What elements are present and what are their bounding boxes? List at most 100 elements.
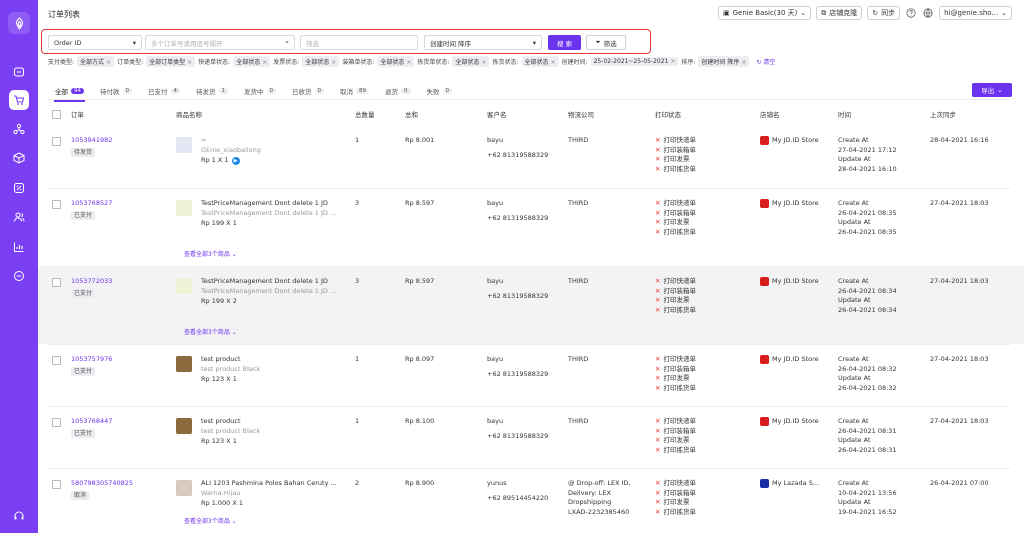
product-variant: test product Black [201,364,261,373]
filter-label: 订单类型: [117,59,144,66]
print-status-item[interactable]: ✕ 打印拣货单 [655,306,696,316]
filter-chip[interactable]: 25-02-2021~25-05-2021 × [590,57,679,66]
view-all-items-link[interactable]: 查看全部3个商品 ⌄ [184,249,237,258]
select-all-checkbox[interactable] [52,110,61,119]
cross-icon: ✕ [655,364,661,373]
sidebar-box-icon[interactable] [9,148,29,168]
filter-chip[interactable]: 全部方式 × [77,56,115,67]
print-status-item[interactable]: ✕ 打印发票 [655,296,696,306]
print-status-item[interactable]: ✕ 打印装箱单 [655,146,696,156]
row-checkbox[interactable] [52,200,61,209]
time-line: 26-04-2021 08:34 [838,286,897,295]
export-button[interactable]: 导出 ⌄ [972,83,1012,97]
search-button[interactable]: 搜 索 [548,35,581,50]
print-status-item[interactable]: ✕ 打印快递单 [655,199,696,209]
view-all-items-link[interactable]: 查看全部3个商品 ⌄ [184,516,237,525]
logistics-line: THIRD [568,417,589,425]
shop-cell: My JD.ID Store [760,136,819,146]
view-all-items-link[interactable]: 查看全部3个商品 ⌄ [184,327,237,336]
help-icon[interactable] [905,7,917,19]
row-checkbox[interactable] [52,480,61,489]
print-status-item[interactable]: ✕ 打印发票 [655,436,696,446]
print-status-item[interactable]: ✕ 打印拣货单 [655,384,696,394]
product-name[interactable]: TestPriceManagement Dont delete 1 JD [201,277,351,287]
play-icon[interactable]: ▶ [231,157,240,165]
print-status-item[interactable]: ✕ 打印快递单 [655,417,696,427]
close-icon[interactable]: × [406,59,411,66]
sidebar-orders-icon[interactable] [9,90,29,110]
close-icon[interactable]: × [187,59,192,66]
print-status-item[interactable]: ✕ 打印发票 [655,498,696,508]
app-logo[interactable] [8,12,30,34]
print-status-item[interactable]: ✕ 打印发票 [655,155,696,165]
print-status-item[interactable]: ✕ 打印装箱单 [655,489,696,499]
print-status-item[interactable]: ✕ 打印快递单 [655,355,696,365]
product-name[interactable]: TestPriceManagement Dont delete 1 JD [201,199,351,209]
row-checkbox[interactable] [52,137,61,146]
filter-chip[interactable]: 全部状态 × [233,56,271,67]
sidebar-dashboard-icon[interactable] [9,62,29,82]
sidebar-users-icon[interactable] [9,207,29,227]
close-icon[interactable]: × [741,59,746,66]
product-name[interactable]: ~ [201,136,351,146]
clear-filters-link[interactable]: ↻ 清空 [756,57,775,66]
print-status-item[interactable]: ✕ 打印快递单 [655,136,696,146]
sidebar-chat-icon[interactable] [9,266,29,286]
print-status-item[interactable]: ✕ 打印拣货单 [655,508,696,518]
product-name[interactable]: ALI 1203 Pashmina Polos Bahan Ceruty ... [201,479,351,489]
print-status-label: 打印发票 [663,296,690,304]
print-status-item[interactable]: ✕ 打印装箱单 [655,287,696,297]
order-id-link[interactable]: 1053772033 [71,277,112,287]
order-id-link[interactable]: 1053941982 [71,136,112,146]
sidebar-promotion-icon[interactable] [9,178,29,198]
sidebar-analytics-icon[interactable] [9,237,29,257]
sidebar-network-icon[interactable] [9,119,29,139]
print-status-item[interactable]: ✕ 打印装箱单 [655,427,696,437]
globe-icon[interactable] [922,7,934,19]
close-icon[interactable]: × [551,59,556,66]
customer-name: bayu [487,417,504,425]
close-icon[interactable]: × [670,58,675,65]
close-icon[interactable]: × [481,59,486,66]
row-checkbox[interactable] [52,418,61,427]
sidebar-support-icon[interactable] [9,506,29,526]
row-checkbox[interactable] [52,278,61,287]
filter-input[interactable]: 筛选 [300,35,418,50]
print-status-item[interactable]: ✕ 打印拣货单 [655,165,696,175]
filter-button[interactable]: ⏷ 筛选 [586,35,626,50]
order-id-link[interactable]: 1053757976 [71,355,112,365]
product-name[interactable]: test product [201,417,351,427]
print-status-item[interactable]: ✕ 打印快递单 [655,479,696,489]
filter-chip[interactable]: 全部状态 × [521,56,559,67]
sync-button[interactable]: ↻ 同步 [867,6,901,20]
order-status-badge: 待发货 [71,147,96,157]
filter-chip[interactable]: 创建时间 降序 × [698,56,750,67]
order-id-link[interactable]: 1053768447 [71,417,112,427]
print-status-item[interactable]: ✕ 打印装箱单 [655,365,696,375]
print-status-item[interactable]: ✕ 打印装箱单 [655,209,696,219]
sync-label: 同步 [881,9,896,17]
filter-chip[interactable]: 全部状态 × [377,56,415,67]
print-status-item[interactable]: ✕ 打印发票 [655,374,696,384]
order-id-link[interactable]: 1053768527 [71,199,112,209]
print-status-item[interactable]: ✕ 打印拣货单 [655,228,696,238]
close-icon[interactable]: × [106,59,111,66]
order-id-input[interactable]: 多个订单号请用逗号隔开 ⌕ [145,35,295,50]
sort-select[interactable]: 创建时间 降序 ▾ [424,35,542,50]
close-icon[interactable]: × [331,59,336,66]
filter-chip[interactable]: 全部状态 × [302,56,340,67]
filter-chip[interactable]: 全部订单类型 × [146,56,196,67]
order-id-link[interactable]: 580798305740825 [71,479,133,489]
print-status-item[interactable]: ✕ 打印发票 [655,218,696,228]
product-name[interactable]: test product [201,355,351,365]
search-field-select[interactable]: Order ID ▾ [48,35,142,50]
user-menu[interactable]: hi@genie.sho... ⌄ [939,6,1012,20]
plan-selector[interactable]: ▣ Genie Basic(30 天) ⌄ [718,6,812,20]
cross-icon: ✕ [655,488,661,497]
shop-clone-button[interactable]: ⧉ 店铺克隆 [816,6,863,20]
filter-chip[interactable]: 全部状态 × [452,56,490,67]
print-status-item[interactable]: ✕ 打印快递单 [655,277,696,287]
close-icon[interactable]: × [262,59,267,66]
row-checkbox[interactable] [52,356,61,365]
print-status-item[interactable]: ✕ 打印拣货单 [655,446,696,456]
